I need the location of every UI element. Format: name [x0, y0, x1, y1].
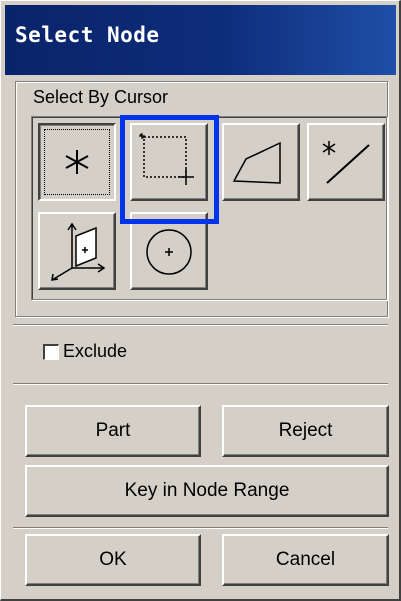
exclude-checkbox[interactable] [43, 344, 59, 360]
asterisk-icon [65, 150, 89, 174]
single-node-tool[interactable] [38, 123, 116, 201]
plane-axes-icon [51, 222, 106, 281]
separator [13, 324, 388, 326]
plane-select-tool[interactable] [38, 212, 116, 290]
exclude-label[interactable]: Exclude [63, 341, 127, 362]
circle-select-icon [146, 229, 192, 275]
cancel-button-label: Cancel [275, 549, 336, 570]
separator [13, 383, 388, 385]
part-button-label: Part [95, 420, 131, 441]
circle-select-tool[interactable] [130, 212, 208, 290]
ok-button-label: OK [99, 549, 127, 570]
key-in-node-range-label: Key in Node Range [124, 480, 290, 501]
part-button[interactable]: Part [25, 405, 201, 457]
box-select-tool[interactable] [130, 123, 208, 201]
select-by-cursor-label: Select By Cursor [33, 87, 169, 107]
box-select-icon [139, 133, 194, 185]
line-select-icon [322, 141, 370, 184]
line-select-tool[interactable] [307, 123, 385, 201]
ok-button[interactable]: OK [25, 534, 201, 586]
polygon-select-tool[interactable] [222, 123, 300, 201]
title-bar[interactable]: Select Node [5, 5, 396, 75]
select-node-dialog: Select Node Select By Cursor Exclude Par… [0, 0, 401, 601]
cancel-button[interactable]: Cancel [222, 534, 389, 586]
separator [13, 527, 388, 529]
reject-button-label: Reject [278, 420, 333, 441]
key-in-node-range-button[interactable]: Key in Node Range [25, 465, 389, 517]
dialog-title: Select Node [15, 23, 160, 47]
polygon-icon [232, 141, 281, 184]
reject-button[interactable]: Reject [222, 405, 389, 457]
